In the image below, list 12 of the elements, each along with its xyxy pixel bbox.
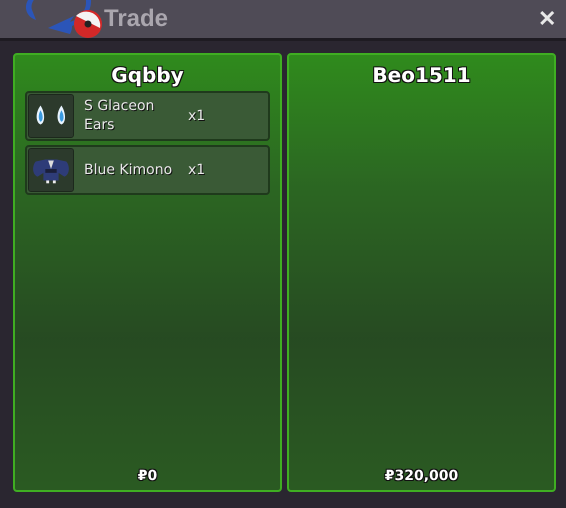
item-name: S Glaceon Ears [84, 97, 156, 135]
trade-item[interactable]: Blue Kimono x1 [25, 145, 270, 195]
item-name: Blue Kimono [84, 160, 174, 180]
close-button[interactable]: ✕ [534, 6, 560, 32]
trade-item[interactable]: S Glaceon Ears x1 [25, 91, 270, 141]
item-quantity: x1 [188, 108, 206, 124]
player-name: Gqbby [110, 62, 185, 87]
money-amount: ₽320,000 [384, 468, 460, 486]
window-title: Trade [104, 5, 168, 33]
item-quantity: x1 [188, 162, 206, 178]
player-name: Beo1511 [371, 62, 472, 87]
money-amount: ₽0 [136, 468, 158, 486]
